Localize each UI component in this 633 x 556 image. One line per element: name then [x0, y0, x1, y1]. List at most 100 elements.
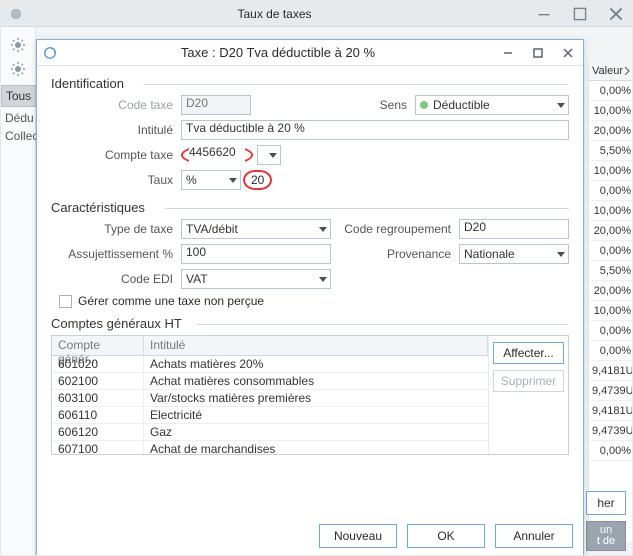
- value-cell[interactable]: 0,00%: [589, 341, 633, 361]
- taux-value-field[interactable]: 20: [251, 173, 264, 187]
- label-assujettissement: Assujettissement %: [51, 247, 181, 261]
- grid-cells: 0,00%10,00%20,00%5,50%10,00%0,00%10,00%2…: [589, 81, 633, 461]
- section-identification: Identification: [51, 76, 569, 91]
- value-cell[interactable]: 9,4739U: [589, 381, 633, 401]
- table-row[interactable]: 606110Electricité: [52, 407, 488, 424]
- chevron-down-icon: [319, 277, 327, 282]
- value-cell[interactable]: 5,50%: [589, 261, 633, 281]
- value-cell[interactable]: 0,00%: [589, 321, 633, 341]
- compte-taxe-dropdown[interactable]: [257, 145, 281, 165]
- value-cell[interactable]: 9,4181U: [589, 401, 633, 421]
- table-side-buttons: Affecter... Supprimer: [488, 336, 568, 454]
- table-header: Compte génér... Intitulé: [52, 336, 488, 356]
- dialog-minimize[interactable]: [493, 40, 523, 66]
- cell-code: 606110: [52, 407, 144, 423]
- parent-maximize[interactable]: [562, 1, 598, 27]
- parent-minimize[interactable]: [526, 1, 562, 27]
- behind-button-un[interactable]: un t de: [586, 521, 626, 551]
- sens-combo[interactable]: Déductible: [415, 95, 569, 115]
- type-taxe-value: TVA/débit: [186, 222, 238, 236]
- cell-intitule: Gaz: [144, 424, 488, 440]
- code-edi-combo[interactable]: VAT: [181, 269, 331, 289]
- value-cell[interactable]: 10,00%: [589, 301, 633, 321]
- label-sens: Sens: [375, 98, 415, 112]
- chevron-right-icon[interactable]: [623, 67, 631, 75]
- dialog-close[interactable]: [553, 40, 583, 66]
- value-cell[interactable]: 20,00%: [589, 281, 633, 301]
- value-cell[interactable]: 20,00%: [589, 121, 633, 141]
- status-led-icon: [420, 101, 428, 109]
- dialog-maximize[interactable]: [523, 40, 553, 66]
- parent-titlebar: Taux de taxes: [1, 1, 633, 27]
- label-taux: Taux: [51, 173, 181, 187]
- affecter-button[interactable]: Affecter...: [493, 342, 564, 364]
- provenance-value: Nationale: [464, 247, 515, 261]
- th-intitule[interactable]: Intitulé: [144, 336, 488, 355]
- parent-close[interactable]: [598, 1, 633, 27]
- table-row[interactable]: 606120Gaz: [52, 424, 488, 441]
- sens-value: Déductible: [433, 98, 490, 112]
- table-body[interactable]: 601020Achats matières 20%602100Achat mat…: [52, 356, 488, 454]
- taux-value-highlight: 20: [243, 170, 272, 190]
- cell-intitule: Var/stocks matières premières: [144, 390, 488, 406]
- provenance-combo[interactable]: Nationale: [459, 244, 569, 264]
- col-header-valeur[interactable]: Valeur: [592, 65, 623, 77]
- ok-button[interactable]: OK: [407, 524, 485, 548]
- compte-taxe-highlight: 4456620: [181, 145, 253, 165]
- tax-dialog: Taxe : D20 Tva déductible à 20 % Identif…: [36, 39, 584, 556]
- value-cell[interactable]: 10,00%: [589, 201, 633, 221]
- cell-intitule: Electricité: [144, 407, 488, 423]
- cell-code: 603100: [52, 390, 144, 406]
- chevron-down-icon: [557, 252, 565, 257]
- chevron-down-icon: [319, 227, 327, 232]
- tab-tous[interactable]: Tous: [1, 85, 36, 107]
- table-row[interactable]: 607100Achat de marchandises: [52, 441, 488, 454]
- gear-icon-2[interactable]: [10, 61, 26, 77]
- value-cell[interactable]: 0,00%: [589, 241, 633, 261]
- cell-code: 602100: [52, 373, 144, 389]
- cell-code: 606120: [52, 424, 144, 440]
- label-intitule: Intitulé: [51, 123, 181, 137]
- annuler-button[interactable]: Annuler: [495, 524, 573, 548]
- type-taxe-combo[interactable]: TVA/débit: [181, 219, 331, 239]
- cell-code: 607100: [52, 441, 144, 454]
- value-cell[interactable]: 0,00%: [589, 181, 633, 201]
- taux-unit-value: %: [186, 173, 197, 187]
- taux-unit-combo[interactable]: %: [181, 170, 241, 190]
- value-cell[interactable]: 9,4739U: [589, 421, 633, 441]
- cell-intitule: Achat matières consommables: [144, 373, 488, 389]
- value-cell[interactable]: 0,00%: [589, 441, 633, 461]
- value-cell[interactable]: 20,00%: [589, 221, 633, 241]
- cell-intitule: Achats matières 20%: [144, 356, 488, 372]
- compte-taxe-field[interactable]: 4456620: [189, 145, 245, 165]
- non-percue-checkbox[interactable]: [59, 295, 72, 308]
- label-provenance: Provenance: [339, 247, 459, 261]
- accounts-table-wrap: Compte génér... Intitulé 601020Achats ma…: [51, 335, 569, 455]
- table-row[interactable]: 603100Var/stocks matières premières: [52, 390, 488, 407]
- th-compte[interactable]: Compte génér...: [52, 336, 144, 355]
- gear-icon[interactable]: [10, 37, 26, 53]
- table-row[interactable]: 601020Achats matières 20%: [52, 356, 488, 373]
- table-row[interactable]: 602100Achat matières consommables: [52, 373, 488, 390]
- value-cell[interactable]: 10,00%: [589, 161, 633, 181]
- value-cell[interactable]: 0,00%: [589, 81, 633, 101]
- section-comptes-ht: Comptes généraux HT: [51, 316, 569, 331]
- cell-intitule: Achat de marchandises: [144, 441, 488, 454]
- chevron-down-icon: [557, 103, 565, 108]
- assujettissement-field[interactable]: 100: [181, 244, 331, 264]
- intitule-field[interactable]: Tva déductible à 20 %: [181, 120, 569, 140]
- code-edi-value: VAT: [186, 272, 208, 286]
- label-code-regroupement: Code regroupement: [339, 222, 459, 236]
- parent-title: Taux de taxes: [23, 7, 526, 21]
- value-cell[interactable]: 9,4181U: [589, 361, 633, 381]
- label-non-percue: Gérer comme une taxe non perçue: [78, 294, 264, 308]
- value-cell[interactable]: 5,50%: [589, 141, 633, 161]
- dialog-footer: Nouveau OK Annuler: [319, 524, 573, 548]
- nouveau-button[interactable]: Nouveau: [319, 524, 397, 548]
- behind-button-her[interactable]: her: [586, 491, 626, 515]
- code-regroupement-field[interactable]: D20: [459, 219, 569, 239]
- label-code-edi: Code EDI: [51, 272, 181, 286]
- chevron-down-icon: [229, 178, 237, 183]
- parent-value-column: Valeur 0,00%10,00%20,00%5,50%10,00%0,00%…: [588, 61, 633, 541]
- value-cell[interactable]: 10,00%: [589, 101, 633, 121]
